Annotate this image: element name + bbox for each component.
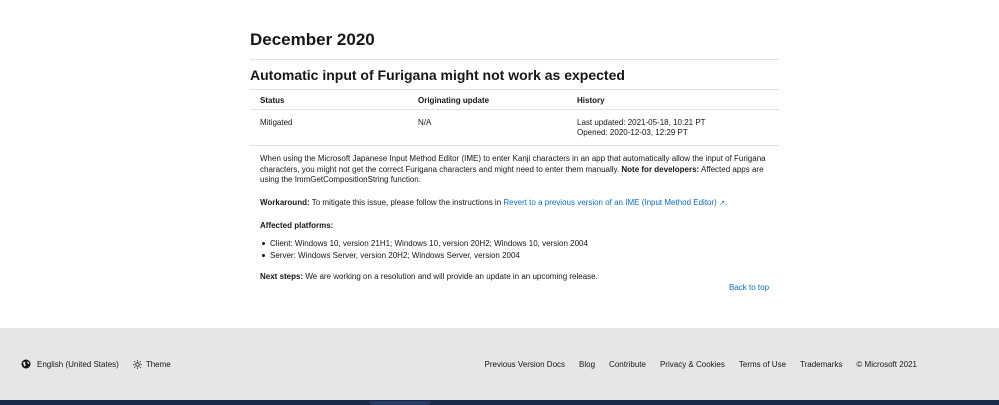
previous-version-docs-link[interactable]: Previous Version Docs — [485, 360, 565, 369]
issue-description: When using the Microsoft Japanese Input … — [260, 154, 770, 186]
history-last-updated: Last updated: 2021-05-18, 10:21 PT — [577, 118, 706, 127]
contribute-link[interactable]: Contribute — [609, 360, 646, 369]
table-divider — [250, 109, 779, 110]
issue-title: Automatic input of Furigana might not wo… — [250, 67, 625, 83]
status-value: Mitigated — [260, 118, 293, 127]
trademarks-link[interactable]: Trademarks — [800, 360, 842, 369]
platform-list: Client: Windows 10, version 21H1; Window… — [260, 238, 588, 262]
title-divider — [250, 59, 779, 60]
originating-update-value: N/A — [418, 118, 432, 127]
issue-body: When using the Microsoft Japanese Input … — [260, 154, 770, 209]
header-status: Status — [260, 96, 285, 105]
bottom-bar — [0, 400, 999, 405]
table-divider — [250, 89, 779, 90]
platform-client: Client: Windows 10, version 21H1; Window… — [260, 238, 588, 250]
workaround: Workaround: To mitigate this issue, plea… — [260, 197, 728, 207]
terms-of-use-link[interactable]: Terms of Use — [739, 360, 786, 369]
history-opened: Opened: 2020-12-03, 12:29 PT — [577, 128, 688, 137]
theme-button[interactable]: Theme — [146, 360, 171, 369]
next-steps-text: We are working on a resolution and will … — [305, 272, 598, 281]
revert-ime-link[interactable]: Revert to a previous version of an IME (… — [503, 198, 716, 207]
history-value: Last updated: 2021-05-18, 10:21 PT Opene… — [577, 118, 706, 138]
platform-server: Server: Windows Server, version 20H2; Wi… — [260, 250, 588, 262]
next-steps-label: Next steps: — [260, 272, 304, 281]
footer-links: Previous Version Docs Blog Contribute Pr… — [485, 360, 917, 369]
workaround-text: To mitigate this issue, please follow th… — [311, 197, 502, 207]
footer: English (United States) Theme Previous V… — [0, 328, 999, 400]
header-history: History — [577, 96, 605, 105]
workaround-label: Workaround: — [260, 197, 310, 207]
language-selector[interactable]: English (United States) — [37, 360, 119, 369]
back-to-top-link[interactable]: Back to top — [729, 283, 769, 292]
note-label: Note for developers: — [621, 164, 700, 174]
blog-link[interactable]: Blog — [579, 360, 595, 369]
affected-platforms-title: Affected platforms: — [260, 221, 334, 230]
next-steps: Next steps: We are working on a resoluti… — [260, 272, 598, 281]
external-link-icon: ↗ — [719, 199, 725, 207]
header-originating-update: Originating update — [418, 96, 490, 105]
page-title: December 2020 — [250, 30, 375, 49]
copyright: © Microsoft 2021 — [856, 360, 917, 369]
globe-icon — [21, 359, 31, 369]
sun-icon — [132, 359, 142, 369]
bottom-bar-notch — [370, 401, 430, 405]
privacy-cookies-link[interactable]: Privacy & Cookies — [660, 360, 725, 369]
table-divider — [250, 145, 779, 146]
